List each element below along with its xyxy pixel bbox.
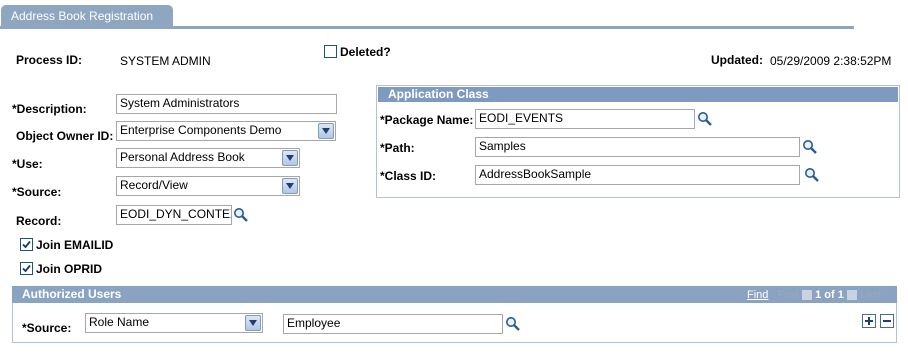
- lookup-icon[interactable]: [802, 139, 818, 155]
- chevron-down-icon[interactable]: [282, 150, 298, 166]
- last-arrow-icon[interactable]: [846, 290, 857, 301]
- process-id-label: Process ID:: [16, 53, 83, 67]
- auth-source-value: Role Name: [89, 315, 150, 329]
- grid-navigation: Find First 1 of 1 Last: [747, 289, 881, 301]
- auth-name-field[interactable]: Employee: [283, 314, 503, 334]
- delete-row-button[interactable]: [880, 314, 894, 328]
- package-name-field[interactable]: EODI_EVENTS: [475, 109, 695, 129]
- chevron-down-icon[interactable]: [282, 178, 298, 194]
- lookup-icon[interactable]: [804, 167, 820, 183]
- deleted-checkbox[interactable]: [324, 45, 337, 58]
- object-owner-value: Enterprise Components Demo: [120, 123, 282, 137]
- description-label: *Description:: [12, 102, 87, 116]
- use-value: Personal Address Book: [120, 150, 245, 164]
- chevron-down-icon[interactable]: [245, 315, 261, 331]
- use-select[interactable]: Personal Address Book: [116, 148, 300, 168]
- record-field[interactable]: EODI_DYN_CONTEX: [116, 205, 232, 225]
- description-field[interactable]: System Administrators: [116, 94, 337, 114]
- application-class-header: Application Class: [378, 87, 898, 102]
- lookup-icon[interactable]: [697, 111, 713, 127]
- class-id-field[interactable]: AddressBookSample: [475, 165, 800, 185]
- plus-icon: [865, 317, 873, 325]
- package-name-label: *Package Name:: [380, 113, 474, 127]
- record-label: Record:: [16, 214, 62, 228]
- source-select[interactable]: Record/View: [116, 176, 300, 196]
- object-owner-select[interactable]: Enterprise Components Demo: [116, 121, 336, 141]
- find-link[interactable]: Find: [747, 289, 768, 301]
- source-label: *Source:: [12, 185, 62, 199]
- last-link[interactable]: Last: [860, 289, 881, 301]
- row-count: 1 of 1: [815, 289, 844, 301]
- first-arrow-icon[interactable]: [802, 290, 813, 301]
- path-label: *Path:: [380, 141, 415, 155]
- lookup-icon[interactable]: [233, 207, 249, 223]
- checkmark-icon: [22, 240, 31, 249]
- use-label: *Use:: [12, 157, 43, 171]
- class-id-label: *Class ID:: [380, 169, 437, 183]
- join-emailid-checkbox[interactable]: [20, 238, 33, 251]
- first-link[interactable]: First: [778, 289, 799, 301]
- tab-address-book-registration[interactable]: Address Book Registration: [1, 5, 173, 28]
- chevron-down-icon[interactable]: [318, 123, 334, 139]
- join-emailid-label: Join EMAILID: [36, 238, 114, 252]
- deleted-label: Deleted?: [340, 45, 391, 59]
- minus-icon: [883, 320, 891, 322]
- lookup-icon[interactable]: [505, 316, 521, 332]
- join-oprid-label: Join OPRID: [36, 262, 103, 276]
- process-id-value: SYSTEM ADMIN: [120, 54, 211, 68]
- updated-value: 05/29/2009 2:38:52PM: [770, 54, 892, 68]
- tab-divider: [0, 26, 854, 29]
- path-field[interactable]: Samples: [475, 137, 800, 157]
- join-oprid-checkbox[interactable]: [20, 262, 33, 275]
- object-owner-label: Object Owner ID:: [16, 129, 114, 143]
- updated-label: Updated:: [711, 53, 763, 67]
- auth-source-select[interactable]: Role Name: [85, 313, 263, 333]
- source-value: Record/View: [120, 178, 188, 192]
- auth-source-label: *Source:: [22, 321, 72, 335]
- checkmark-icon: [22, 264, 31, 273]
- add-row-button[interactable]: [862, 314, 876, 328]
